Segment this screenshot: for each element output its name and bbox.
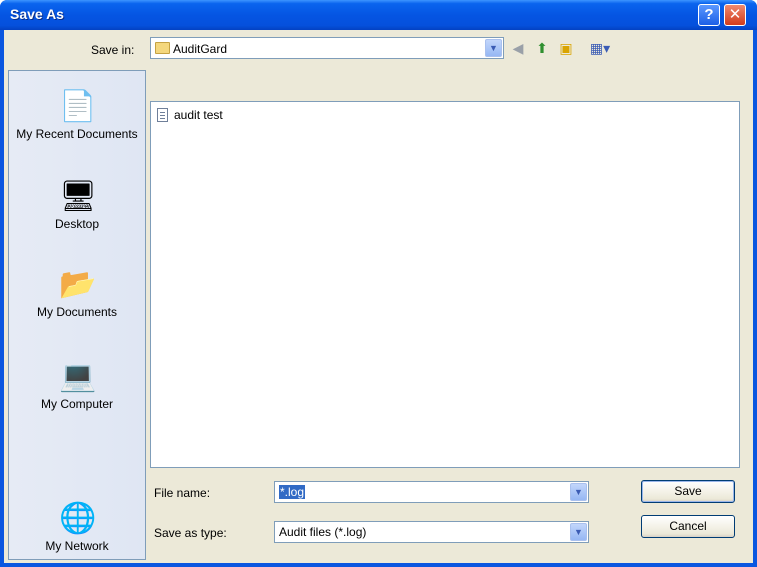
place-my-documents[interactable]: 📂 My Documents [9,267,145,319]
place-desktop[interactable]: 🖥 Desktop [9,179,145,231]
place-label: My Computer [40,397,114,411]
chevron-down-icon[interactable]: ▼ [570,483,587,501]
cancel-button[interactable]: Cancel [641,515,735,538]
save-in-value: AuditGard [173,42,228,56]
back-icon[interactable]: ◀ [509,39,527,57]
place-my-computer[interactable]: 💻 My Computer [9,359,145,411]
save-button[interactable]: Save [641,480,735,503]
close-button[interactable]: ✕ [724,4,746,26]
folder-icon [155,42,170,54]
view-menu-icon[interactable]: ▦▾ [585,39,615,57]
title-bar[interactable]: Save As ? ✕ [0,0,757,30]
new-folder-icon[interactable]: ▣ [557,39,575,57]
my-computer-icon: 💻 [59,360,97,393]
save-in-dropdown[interactable]: AuditGard ▼ [150,37,504,59]
file-name-label: File name: [154,486,211,500]
save-as-type-label: Save as type: [154,526,227,540]
save-in-label: Save in: [91,43,135,57]
place-label: My Documents [36,305,118,319]
place-my-network[interactable]: 🌐 My Network [9,501,145,553]
window-title: Save As [10,6,64,22]
help-button[interactable]: ? [698,4,720,26]
chevron-down-icon[interactable]: ▼ [570,523,587,541]
file-list[interactable]: audit test [150,101,740,468]
file-name-input[interactable]: *.log ▼ [274,481,589,503]
dialog-body: Save in: AuditGard ▼ ◀ ⬆ ▣ ▦▾ 📄 My Recen… [4,30,753,563]
place-label: My Network [45,539,109,553]
places-bar: 📄 My Recent Documents 🖥 Desktop 📂 My Doc… [8,70,146,560]
place-my-recent-documents[interactable]: 📄 My Recent Documents [9,89,145,141]
desktop-icon: 🖥 [59,180,98,213]
text-document-icon [157,108,168,122]
file-name-value: *.log [279,485,306,499]
save-as-dialog: Save As ? ✕ Save in: AuditGard ▼ ◀ ⬆ ▣ ▦… [0,0,757,567]
file-name-text: audit test [174,108,223,122]
recent-documents-icon: 📄 [59,90,97,123]
save-as-type-value: Audit files (*.log) [279,525,367,539]
up-folder-icon[interactable]: ⬆ [533,39,551,57]
chevron-down-icon[interactable]: ▼ [485,39,502,57]
my-network-icon: 🌐 [59,502,97,535]
my-documents-icon: 📂 [59,268,97,301]
save-as-type-dropdown[interactable]: Audit files (*.log) ▼ [274,521,589,543]
place-label: My Recent Documents [16,127,138,141]
place-label: Desktop [54,217,100,231]
